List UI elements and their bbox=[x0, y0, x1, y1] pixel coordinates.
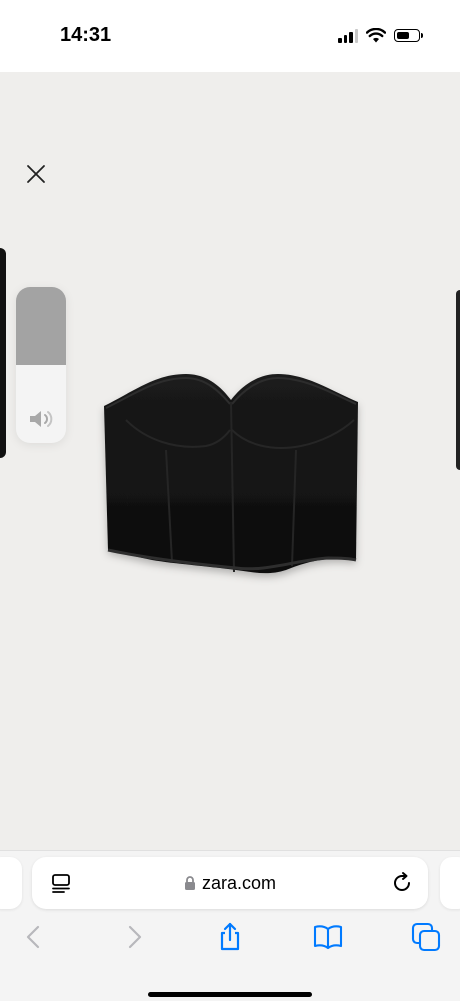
previous-tab-peek[interactable] bbox=[0, 857, 22, 909]
battery-icon bbox=[394, 29, 423, 42]
home-indicator[interactable] bbox=[148, 992, 312, 997]
close-icon[interactable] bbox=[22, 160, 50, 188]
wifi-icon bbox=[366, 28, 386, 43]
status-icons bbox=[338, 28, 423, 43]
bookmarks-icon[interactable] bbox=[312, 921, 344, 953]
status-time: 14:31 bbox=[60, 24, 112, 46]
share-icon[interactable] bbox=[214, 921, 246, 953]
status-bar: 14:31 bbox=[0, 0, 460, 72]
side-shadow-right bbox=[456, 290, 460, 470]
address-bar[interactable]: zara.com bbox=[32, 857, 428, 909]
url-display[interactable]: zara.com bbox=[32, 857, 428, 909]
lock-icon bbox=[184, 876, 195, 890]
safari-bottom-bar: zara.com bbox=[0, 850, 460, 1001]
volume-remaining bbox=[16, 287, 66, 365]
url-text: zara.com bbox=[201, 872, 277, 893]
safari-toolbar bbox=[0, 917, 460, 961]
tabs-icon[interactable] bbox=[410, 921, 442, 953]
black-corset-top-photo bbox=[104, 374, 358, 574]
signal-icon bbox=[338, 28, 358, 43]
speaker-icon bbox=[30, 411, 53, 427]
side-shadow-left bbox=[0, 248, 6, 458]
volume-hud[interactable] bbox=[16, 287, 66, 443]
reload-icon[interactable] bbox=[390, 871, 414, 895]
forward-chevron-icon[interactable] bbox=[118, 921, 150, 953]
back-chevron-icon[interactable] bbox=[18, 921, 50, 953]
next-tab-peek[interactable] bbox=[440, 857, 460, 909]
